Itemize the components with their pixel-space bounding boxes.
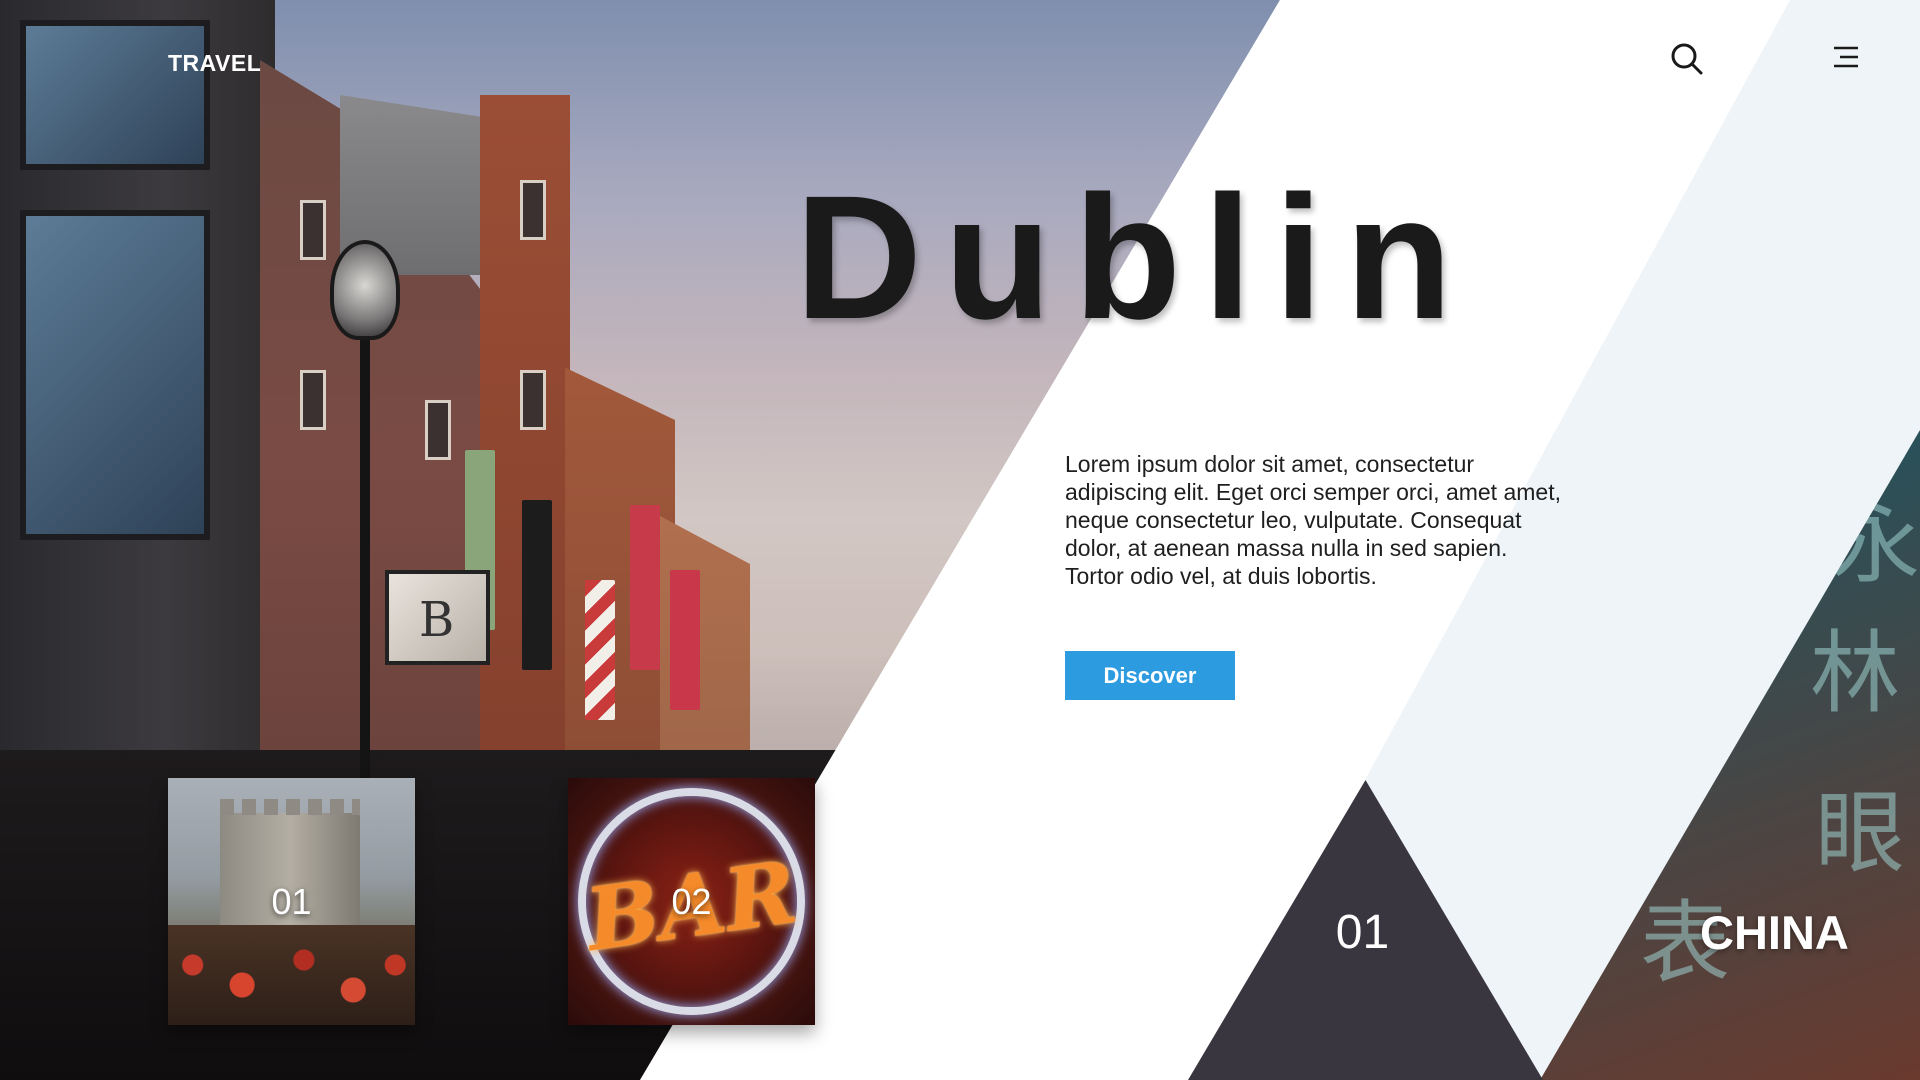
search-icon xyxy=(1671,43,1703,75)
page-title: Dublin xyxy=(795,160,1475,356)
menu-icon xyxy=(1834,46,1858,68)
brand-logo[interactable]: TRAVEL xyxy=(168,50,261,77)
banner-sign xyxy=(670,570,700,710)
thumbnail-number: 02 xyxy=(671,880,712,922)
window xyxy=(300,200,326,260)
window xyxy=(425,400,451,460)
thumbnail-card[interactable]: 01 xyxy=(168,778,415,1025)
slide-number: 01 xyxy=(1335,906,1390,959)
window xyxy=(520,370,546,430)
street-lamp xyxy=(330,240,400,340)
window xyxy=(520,180,546,240)
banner-sign xyxy=(630,505,660,670)
search-button[interactable] xyxy=(1670,42,1704,76)
discover-button[interactable]: Discover xyxy=(1065,651,1235,700)
next-destination-label[interactable]: CHINA xyxy=(1700,905,1849,960)
neon-sign-decoration: 林 xyxy=(1810,621,1900,726)
banner-sign xyxy=(522,500,552,670)
window xyxy=(300,370,326,430)
menu-button[interactable] xyxy=(1832,45,1860,69)
hero-description: Lorem ipsum dolor sit amet, consectetur … xyxy=(1065,451,1561,589)
thumbnail-card[interactable]: BAR 02 xyxy=(568,778,815,1025)
lamp-post xyxy=(360,330,370,780)
neon-sign-decoration: 眼 xyxy=(1815,781,1905,886)
window xyxy=(20,20,210,170)
hanging-sign: B xyxy=(385,570,490,665)
window xyxy=(20,210,210,540)
thumbnail-number: 01 xyxy=(271,880,312,922)
barber-sign xyxy=(585,580,615,720)
